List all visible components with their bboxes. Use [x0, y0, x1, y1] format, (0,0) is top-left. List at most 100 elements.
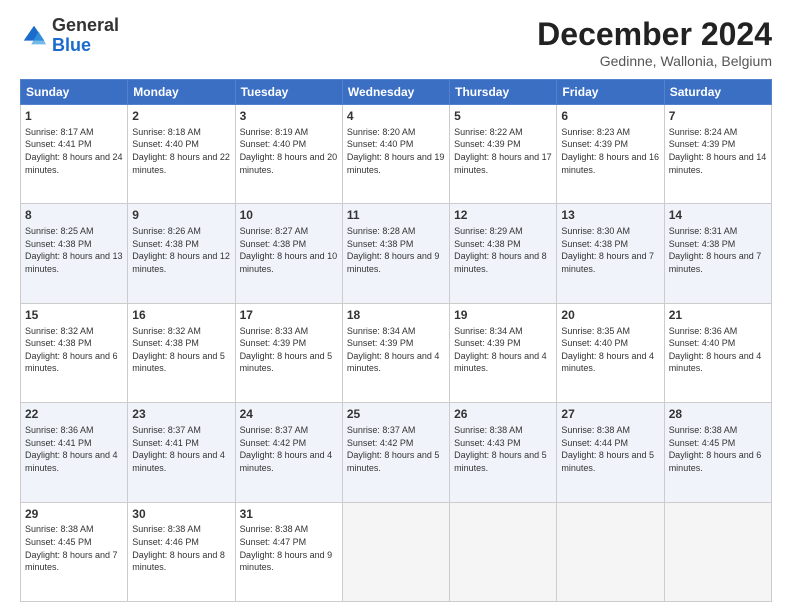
- logo-general: General: [52, 16, 119, 36]
- day-cell: 29Sunrise: 8:38 AMSunset: 4:45 PMDayligh…: [21, 502, 128, 601]
- sunrise-text: Sunrise: 8:20 AM: [347, 127, 416, 137]
- day-cell: 9Sunrise: 8:26 AMSunset: 4:38 PMDaylight…: [128, 204, 235, 303]
- day-number: 18: [347, 307, 445, 324]
- daylight-text: Daylight: 8 hours and 8 minutes.: [132, 550, 225, 573]
- daylight-text: Daylight: 8 hours and 4 minutes.: [454, 351, 547, 374]
- calendar-table: SundayMondayTuesdayWednesdayThursdayFrid…: [20, 79, 772, 602]
- col-header-friday: Friday: [557, 80, 664, 105]
- day-number: 15: [25, 307, 123, 324]
- sunset-text: Sunset: 4:39 PM: [347, 338, 414, 348]
- sunset-text: Sunset: 4:40 PM: [132, 139, 199, 149]
- sunrise-text: Sunrise: 8:25 AM: [25, 226, 94, 236]
- day-cell: 18 Sunrise: 8:34 AM Sunset: 4:39 PM Dayligh…: [342, 303, 449, 402]
- sunrise-text: Sunrise: 8:24 AM: [669, 127, 738, 137]
- sunset-text: Sunset: 4:38 PM: [347, 239, 414, 249]
- page: General Blue December 2024 Gedinne, Wall…: [0, 0, 792, 612]
- sunset-text: Sunset: 4:39 PM: [240, 338, 307, 348]
- day-number: 19: [454, 307, 552, 324]
- day-cell: 31Sunrise: 8:38 AMSunset: 4:47 PMDayligh…: [235, 502, 342, 601]
- day-number: 24: [240, 406, 338, 423]
- daylight-text: Daylight: 8 hours and 19 minutes.: [347, 152, 445, 175]
- week-row-3: 15 Sunrise: 8:32 AM Sunset: 4:38 PM Dayligh…: [21, 303, 772, 402]
- day-cell: 22Sunrise: 8:36 AMSunset: 4:41 PMDayligh…: [21, 403, 128, 502]
- sunset-text: Sunset: 4:44 PM: [561, 438, 628, 448]
- sunrise-text: Sunrise: 8:33 AM: [240, 326, 309, 336]
- day-number: 4: [347, 108, 445, 125]
- day-number: 12: [454, 207, 552, 224]
- day-cell: 12 Sunrise: 8:29 AM Sunset: 4:38 PM Dayligh…: [450, 204, 557, 303]
- daylight-text: Daylight: 8 hours and 4 minutes.: [25, 450, 118, 473]
- sunrise-text: Sunrise: 8:30 AM: [561, 226, 630, 236]
- sunrise-text: Sunrise: 8:38 AM: [454, 425, 523, 435]
- sunset-text: Sunset: 4:38 PM: [25, 338, 92, 348]
- daylight-text: Daylight: 8 hours and 5 minutes.: [132, 351, 225, 374]
- day-cell: 13Sunrise: 8:30 AMSunset: 4:38 PMDayligh…: [557, 204, 664, 303]
- daylight-text: Daylight: 8 hours and 7 minutes.: [561, 251, 654, 274]
- day-cell: 27Sunrise: 8:38 AMSunset: 4:44 PMDayligh…: [557, 403, 664, 502]
- day-number: 1: [25, 108, 123, 125]
- sunrise-text: Sunrise: 8:26 AM: [132, 226, 201, 236]
- sunrise-text: Sunrise: 8:17 AM: [25, 127, 94, 137]
- daylight-text: Daylight: 8 hours and 8 minutes.: [454, 251, 547, 274]
- day-number: 16: [132, 307, 230, 324]
- sunset-text: Sunset: 4:41 PM: [132, 438, 199, 448]
- daylight-text: Daylight: 8 hours and 20 minutes.: [240, 152, 338, 175]
- sunset-text: Sunset: 4:45 PM: [669, 438, 736, 448]
- day-number: 25: [347, 406, 445, 423]
- day-cell: [342, 502, 449, 601]
- day-cell: [557, 502, 664, 601]
- day-cell: 26Sunrise: 8:38 AMSunset: 4:43 PMDayligh…: [450, 403, 557, 502]
- sunset-text: Sunset: 4:39 PM: [561, 139, 628, 149]
- day-cell: 2Sunrise: 8:18 AMSunset: 4:40 PMDaylight…: [128, 105, 235, 204]
- day-cell: 28Sunrise: 8:38 AMSunset: 4:45 PMDayligh…: [664, 403, 771, 502]
- day-number: 5: [454, 108, 552, 125]
- sunset-text: Sunset: 4:38 PM: [454, 239, 521, 249]
- day-cell: 10Sunrise: 8:27 AMSunset: 4:38 PMDayligh…: [235, 204, 342, 303]
- day-number: 28: [669, 406, 767, 423]
- col-header-saturday: Saturday: [664, 80, 771, 105]
- day-cell: 7Sunrise: 8:24 AMSunset: 4:39 PMDaylight…: [664, 105, 771, 204]
- sunrise-text: Sunrise: 8:23 AM: [561, 127, 630, 137]
- sunrise-text: Sunrise: 8:32 AM: [25, 326, 94, 336]
- sunset-text: Sunset: 4:39 PM: [669, 139, 736, 149]
- day-cell: 25Sunrise: 8:37 AMSunset: 4:42 PMDayligh…: [342, 403, 449, 502]
- sunrise-text: Sunrise: 8:32 AM: [132, 326, 201, 336]
- sunset-text: Sunset: 4:39 PM: [454, 338, 521, 348]
- sunrise-text: Sunrise: 8:38 AM: [132, 524, 201, 534]
- sunset-text: Sunset: 4:39 PM: [454, 139, 521, 149]
- location-subtitle: Gedinne, Wallonia, Belgium: [537, 53, 772, 69]
- day-number: 30: [132, 506, 230, 523]
- sunset-text: Sunset: 4:38 PM: [132, 338, 199, 348]
- day-cell: 16 Sunrise: 8:32 AM Sunset: 4:38 PM Dayligh…: [128, 303, 235, 402]
- sunrise-text: Sunrise: 8:34 AM: [347, 326, 416, 336]
- logo-icon: [20, 22, 48, 50]
- daylight-text: Daylight: 8 hours and 7 minutes.: [669, 251, 762, 274]
- day-number: 2: [132, 108, 230, 125]
- sunrise-text: Sunrise: 8:19 AM: [240, 127, 309, 137]
- sunset-text: Sunset: 4:40 PM: [561, 338, 628, 348]
- sunrise-text: Sunrise: 8:31 AM: [669, 226, 738, 236]
- daylight-text: Daylight: 8 hours and 9 minutes.: [347, 251, 440, 274]
- sunrise-text: Sunrise: 8:29 AM: [454, 226, 523, 236]
- daylight-text: Daylight: 8 hours and 4 minutes.: [240, 450, 333, 473]
- daylight-text: Daylight: 8 hours and 10 minutes.: [240, 251, 338, 274]
- day-cell: [450, 502, 557, 601]
- sunset-text: Sunset: 4:45 PM: [25, 537, 92, 547]
- daylight-text: Daylight: 8 hours and 17 minutes.: [454, 152, 552, 175]
- sunset-text: Sunset: 4:46 PM: [132, 537, 199, 547]
- daylight-text: Daylight: 8 hours and 4 minutes.: [561, 351, 654, 374]
- day-cell: 11Sunrise: 8:28 AMSunset: 4:38 PMDayligh…: [342, 204, 449, 303]
- sunset-text: Sunset: 4:47 PM: [240, 537, 307, 547]
- month-title: December 2024: [537, 16, 772, 53]
- daylight-text: Daylight: 8 hours and 12 minutes.: [132, 251, 230, 274]
- sunset-text: Sunset: 4:42 PM: [240, 438, 307, 448]
- logo-blue: Blue: [52, 36, 119, 56]
- day-number: 3: [240, 108, 338, 125]
- sunrise-text: Sunrise: 8:38 AM: [561, 425, 630, 435]
- daylight-text: Daylight: 8 hours and 9 minutes.: [240, 550, 333, 573]
- daylight-text: Daylight: 8 hours and 4 minutes.: [347, 351, 440, 374]
- day-number: 23: [132, 406, 230, 423]
- day-cell: 1Sunrise: 8:17 AMSunset: 4:41 PMDaylight…: [21, 105, 128, 204]
- day-cell: 5Sunrise: 8:22 AMSunset: 4:39 PMDaylight…: [450, 105, 557, 204]
- day-number: 14: [669, 207, 767, 224]
